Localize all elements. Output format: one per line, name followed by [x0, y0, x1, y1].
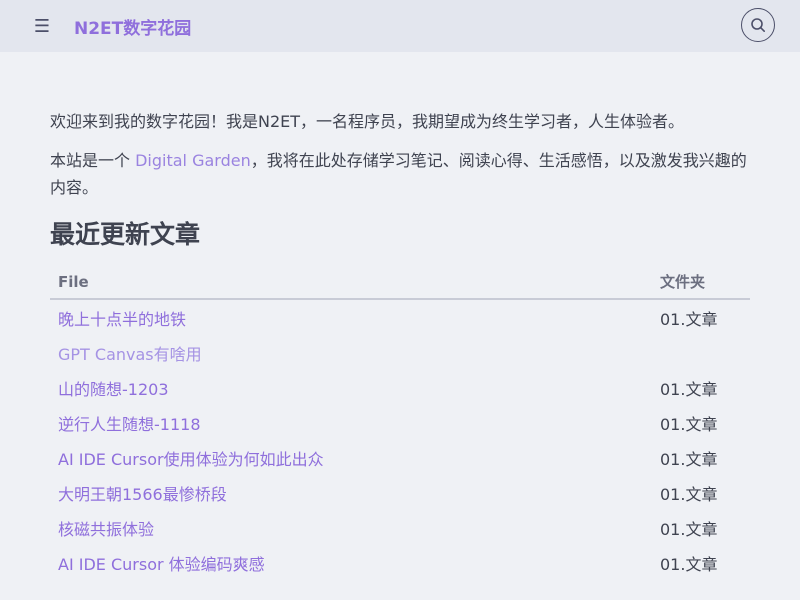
intro-paragraph-2: 本站是一个 Digital Garden，我将在此处存储学习笔记、阅读心得、生活… — [50, 147, 750, 201]
post-link[interactable]: AI IDE Cursor 体验编码爽感 — [58, 555, 265, 574]
column-header-folder: 文件夹 — [658, 265, 750, 300]
table-row: 大明王朝1566最惨桥段 01.文章 — [50, 475, 750, 510]
table-row: 核磁共振体验 01.文章 — [50, 510, 750, 545]
table-header-row: File 文件夹 — [50, 265, 750, 300]
post-link[interactable]: GPT Canvas有啥用 — [58, 345, 202, 364]
intro-paragraph-1: 欢迎来到我的数字花园！我是N2ET，一名程序员，我期望成为终生学习者，人生体验者… — [50, 112, 685, 131]
hamburger-menu-icon[interactable]: ☰ — [22, 6, 62, 46]
recent-posts-title: 最近更新文章 — [50, 220, 201, 249]
post-link[interactable]: 逆行人生随想-1118 — [58, 415, 201, 434]
site-title[interactable]: N2ET数字花园 — [74, 14, 191, 39]
search-icon — [751, 18, 765, 32]
table-row: AI IDE Cursor 体验编码爽感 01.文章 — [50, 545, 750, 580]
post-folder: 01.文章 — [660, 449, 718, 469]
post-folder: 01.文章 — [660, 414, 718, 434]
post-folder: 01.文章 — [660, 379, 718, 399]
search-button[interactable] — [741, 8, 775, 42]
post-link[interactable]: AI IDE Cursor使用体验为何如此出众 — [58, 450, 324, 469]
recent-posts-table: File 文件夹 晚上十点半的地铁 01.文章 GPT Canvas有啥用 山的… — [50, 265, 750, 580]
main-content: 欢迎来到我的数字花园！我是N2ET，一名程序员，我期望成为终生学习者，人生体验者… — [0, 52, 800, 580]
post-folder — [658, 335, 750, 370]
post-link[interactable]: 山的随想-1203 — [58, 380, 169, 399]
table-row: 晚上十点半的地铁 01.文章 — [50, 299, 750, 335]
intro-text-before-link: 本站是一个 — [50, 151, 136, 170]
post-folder: 01.文章 — [660, 519, 718, 539]
post-folder: 01.文章 — [660, 309, 718, 329]
table-row: GPT Canvas有啥用 — [50, 335, 750, 370]
post-link[interactable]: 大明王朝1566最惨桥段 — [58, 485, 227, 504]
table-row: AI IDE Cursor使用体验为何如此出众 01.文章 — [50, 440, 750, 475]
top-bar: ☰ N2ET数字花园 — [0, 0, 800, 52]
digital-garden-link[interactable]: Digital Garden — [135, 151, 251, 170]
table-row: 山的随想-1203 01.文章 — [50, 370, 750, 405]
post-folder: 01.文章 — [660, 554, 718, 574]
post-folder: 01.文章 — [660, 484, 718, 504]
post-link[interactable]: 核磁共振体验 — [58, 520, 154, 539]
table-row: 逆行人生随想-1118 01.文章 — [50, 405, 750, 440]
post-link[interactable]: 晚上十点半的地铁 — [58, 310, 186, 329]
column-header-file: File — [50, 265, 658, 300]
